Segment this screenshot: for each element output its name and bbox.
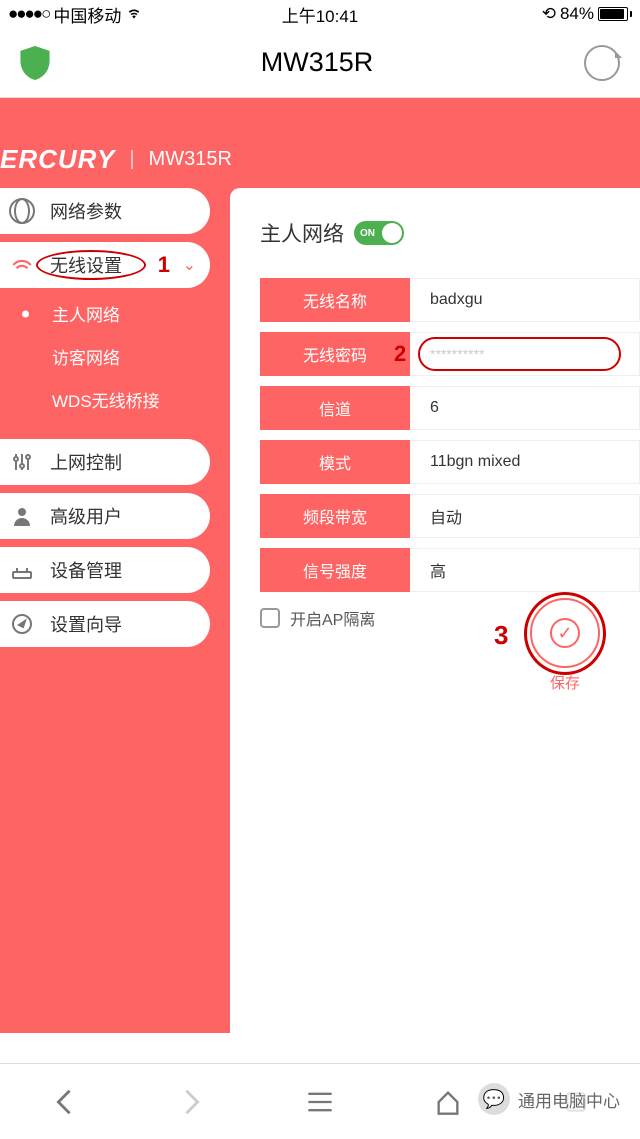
sidebar-item-network-params[interactable]: 网络参数 <box>0 188 210 234</box>
sidebar-item-label: 高级用户 <box>50 503 122 529</box>
sidebar-item-label: 上网控制 <box>50 449 122 475</box>
save-label: 保存 <box>530 672 600 693</box>
value-bandwidth[interactable]: 自动 <box>410 494 640 538</box>
compass-icon <box>8 610 36 638</box>
wechat-icon: 💬 <box>478 1083 510 1115</box>
browser-url-bar: MW315R <box>0 28 640 98</box>
save-area: 3 ✓ 保存 <box>530 598 600 693</box>
sidebar-sub-wds-bridge[interactable]: WDS无线桥接 <box>0 378 210 421</box>
label-channel: 信道 <box>260 386 410 430</box>
row-mode: 模式 11bgn mixed <box>260 440 640 484</box>
value-ssid[interactable]: badxgu <box>410 278 640 322</box>
row-signal: 信号强度 高 <box>260 548 640 592</box>
label-signal: 信号强度 <box>260 548 410 592</box>
menu-button[interactable] <box>303 1085 337 1119</box>
sidebar-item-label: 设备管理 <box>50 557 122 583</box>
wechat-text: 通用电脑中心 <box>518 1087 620 1112</box>
annotation-step-3: 3 <box>494 620 508 651</box>
wireless-submenu: 主人网络 访客网络 WDS无线桥接 <box>0 288 210 431</box>
panel-title-row: 主人网络 ON <box>260 218 640 248</box>
row-channel: 信道 6 <box>260 386 640 430</box>
brand-logo: ERCURY <box>0 144 115 175</box>
shield-icon <box>20 46 50 80</box>
battery-percent: 84% <box>560 4 594 24</box>
sidebar-item-label: 设置向导 <box>50 611 122 637</box>
battery-icon <box>598 7 632 21</box>
home-button[interactable] <box>431 1085 465 1119</box>
sidebar-item-device-management[interactable]: 设备管理 <box>0 547 210 593</box>
refresh-icon[interactable] <box>584 45 620 81</box>
sidebar-sub-host-network[interactable]: 主人网络 <box>0 292 210 335</box>
brand-model: MW315R <box>149 148 232 171</box>
value-signal[interactable]: 高 <box>410 548 640 592</box>
back-button[interactable] <box>47 1085 81 1119</box>
save-button[interactable]: ✓ <box>530 598 600 668</box>
row-ssid: 无线名称 badxgu <box>260 278 640 322</box>
main-panel: 主人网络 ON 无线名称 badxgu 无线密码 2 ********** 信道… <box>230 188 640 1033</box>
label-mode: 模式 <box>260 440 410 484</box>
sidebar-item-label: 网络参数 <box>50 198 122 224</box>
value-password[interactable]: 2 ********** <box>410 332 640 376</box>
wifi-icon <box>8 251 36 279</box>
ap-isolation-label: 开启AP隔离 <box>290 606 375 630</box>
sidebar-item-setup-wizard[interactable]: 设置向导 <box>0 601 210 647</box>
rotation-lock-icon: ⟲ <box>542 4 556 24</box>
label-password: 无线密码 <box>260 332 410 376</box>
wifi-icon <box>125 7 143 21</box>
password-text: ********** <box>430 346 484 362</box>
carrier-label: 中国移动 <box>53 2 121 27</box>
clock: 上午10:41 <box>216 2 424 27</box>
signal-strength-icon: ●●●●○ <box>8 4 49 24</box>
row-password: 无线密码 2 ********** <box>260 332 640 376</box>
sidebar-sub-guest-network[interactable]: 访客网络 <box>0 335 210 378</box>
sidebar-item-advanced-user[interactable]: 高级用户 <box>0 493 210 539</box>
sidebar-item-access-control[interactable]: 上网控制 <box>0 439 210 485</box>
globe-icon <box>8 197 36 225</box>
row-bandwidth: 频段带宽 自动 <box>260 494 640 538</box>
sidebar-item-label: 无线设置 <box>50 252 122 278</box>
brand-header: ERCURY | MW315R <box>0 134 640 184</box>
router-icon <box>8 556 36 584</box>
wechat-watermark: 💬 通用电脑中心 <box>468 1077 630 1121</box>
forward-button[interactable] <box>175 1085 209 1119</box>
label-bandwidth: 频段带宽 <box>260 494 410 538</box>
ap-isolation-checkbox[interactable] <box>260 608 280 628</box>
value-mode[interactable]: 11bgn mixed <box>410 440 640 484</box>
value-channel[interactable]: 6 <box>410 386 640 430</box>
sidebar: 网络参数 无线设置 1 ⌄ 主人网络 访客网络 WDS无线桥接 上网控制 高级用… <box>0 98 210 1033</box>
status-bar: ●●●●○ 中国移动 上午10:41 ⟲ 84% <box>0 0 640 28</box>
annotation-step-2: 2 <box>394 341 406 367</box>
check-icon: ✓ <box>550 618 580 648</box>
annotation-step-1: 1 <box>158 252 170 278</box>
sliders-icon <box>8 448 36 476</box>
chevron-down-icon: ⌄ <box>183 255 196 275</box>
router-admin-page: ERCURY | MW315R 网络参数 无线设置 1 ⌄ 主人网络 访客网络 … <box>0 98 640 1033</box>
sidebar-item-wireless[interactable]: 无线设置 1 ⌄ <box>0 242 210 288</box>
panel-title: 主人网络 <box>260 218 344 248</box>
wifi-toggle[interactable]: ON <box>354 221 404 245</box>
page-title[interactable]: MW315R <box>64 47 570 78</box>
label-ssid: 无线名称 <box>260 278 410 322</box>
user-icon <box>8 502 36 530</box>
